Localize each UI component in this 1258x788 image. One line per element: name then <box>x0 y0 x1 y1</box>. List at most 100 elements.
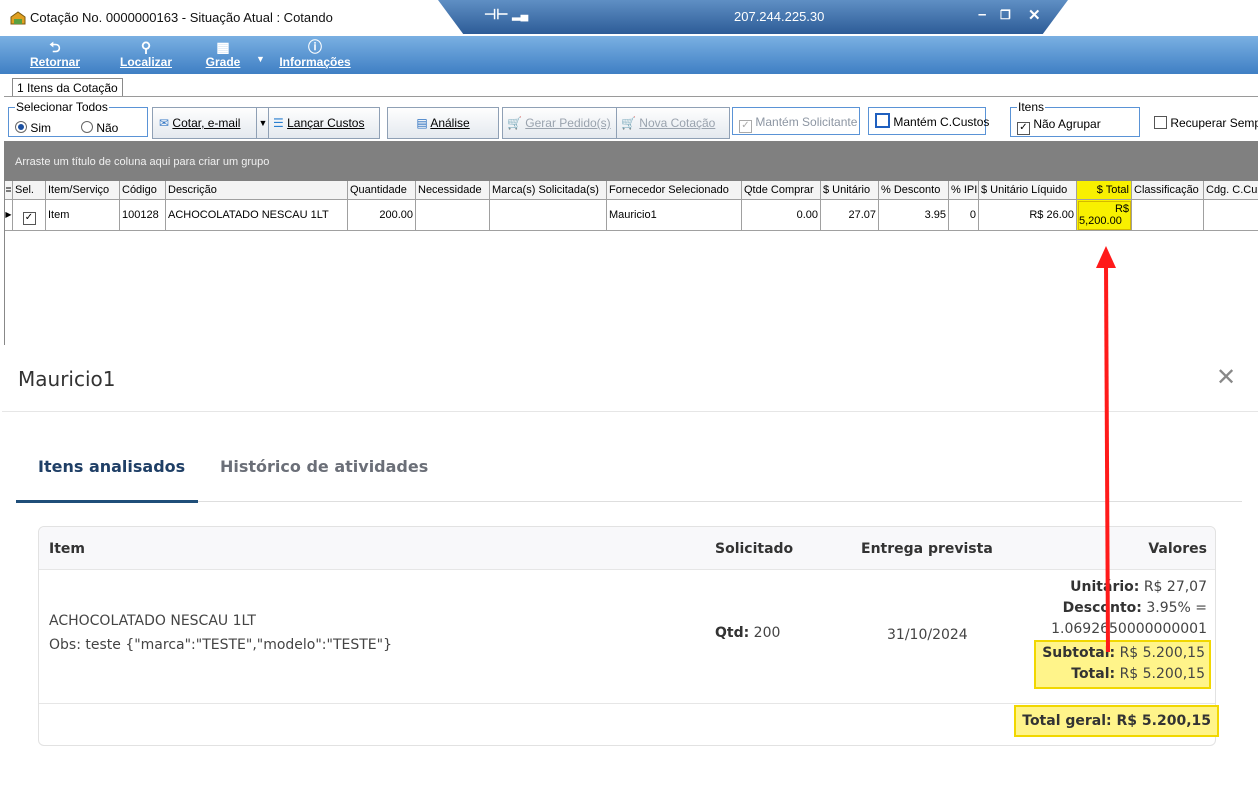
cotar-email-button[interactable]: ✉ Cotar, e-mail <box>152 107 264 139</box>
signal-icon: ▂▄ <box>512 9 529 21</box>
col-unitario[interactable]: $ Unitário <box>821 181 879 200</box>
group-by-area[interactable]: Arraste um título de coluna aqui para cr… <box>4 141 1258 181</box>
col-classificacao[interactable]: Classificação <box>1132 181 1204 200</box>
row-select-checkbox[interactable]: ✓ <box>13 200 46 231</box>
total-geral: Total geral: R$ 5.200,15 <box>1014 705 1219 737</box>
localizar-button[interactable]: ⚲ Localizar <box>115 37 177 73</box>
analise-button[interactable]: ▤ Análise <box>387 107 499 139</box>
item-qtd: Qtd: 200 <box>715 625 781 641</box>
col-qtde-comprar[interactable]: Qtde Comprar <box>742 181 821 200</box>
title-bar: Cotação No. 0000000163 - Situação Atual … <box>0 0 1258 37</box>
table-row[interactable]: ▶ ✓ Item 100128 ACHOCOLATADO NESCAU 1LT … <box>5 200 1258 231</box>
checkbox-unchecked-icon <box>1154 116 1167 129</box>
modal-title: Mauricio1 <box>18 367 116 391</box>
cell-codigo[interactable]: 100128 <box>120 200 166 231</box>
header-valores: Valores <box>1148 541 1207 557</box>
remote-session-bar: ⊣⊢ ▂▄ 207.244.225.30 – ❐ ✕ <box>438 0 1068 34</box>
col-quantidade[interactable]: Quantidade <box>348 181 416 200</box>
header-item: Item <box>49 541 85 557</box>
cell-quantidade[interactable]: 200.00 <box>348 200 416 231</box>
tab-active-indicator <box>16 500 198 503</box>
cell-necessidade[interactable] <box>416 200 490 231</box>
col-fornecedor[interactable]: Fornecedor Selecionado <box>607 181 742 200</box>
items-table-header: Item Solicitado Entrega prevista Valores <box>39 527 1215 570</box>
cell-marcas[interactable] <box>490 200 607 231</box>
close-icon[interactable]: ✕ <box>1028 6 1041 24</box>
checkbox-checked-icon: ✓ <box>1017 122 1030 135</box>
main-toolbar: ⮌ Retornar ⚲ Localizar ▦ Grade ▼ ⓘ Infor… <box>0 36 1258 74</box>
gerar-pedido-button[interactable]: 🛒 Gerar Pedido(s) <box>502 107 618 139</box>
item-values: Unitário: R$ 27,07 Desconto: 3.95% = 1.0… <box>1034 577 1211 689</box>
items-grid: ≣ Sel. Item/Serviço Código Descrição Qua… <box>4 181 1258 345</box>
unitario-line: Unitário: R$ 27,07 <box>1070 579 1207 595</box>
tab-itens-cotacao[interactable]: 1 Itens da Cotação <box>12 78 123 97</box>
tab-underline <box>16 501 1242 502</box>
radio-sim-icon <box>15 121 27 133</box>
radio-nao-icon <box>81 121 93 133</box>
col-cdg-ccustos[interactable]: Cdg. C.Cu <box>1204 181 1258 200</box>
group-by-hint: Arraste um título de coluna aqui para cr… <box>15 156 270 168</box>
col-descricao[interactable]: Descrição <box>166 181 348 200</box>
desconto-line: Desconto: 3.95% = <box>1062 600 1207 616</box>
selecionar-todos-group: Selecionar Todos Sim Não <box>8 100 148 137</box>
checkbox-checked-icon: ✓ <box>739 120 752 133</box>
col-total[interactable]: $ Total <box>1077 181 1132 200</box>
itens-legend: Itens <box>1017 100 1046 114</box>
grade-dropdown-icon[interactable]: ▼ <box>256 54 265 64</box>
pin-icon[interactable]: ⊣⊢ <box>484 6 508 23</box>
supplier-modal: Mauricio1 ✕ Itens analisados Histórico d… <box>2 345 1258 788</box>
header-entrega: Entrega prevista <box>861 541 993 557</box>
cart-icon: 🛒 <box>507 116 522 130</box>
cell-unitario-liquido[interactable]: R$ 26.00 <box>979 200 1077 231</box>
restore-icon[interactable]: ❐ <box>1000 8 1011 22</box>
cell-ipi[interactable]: 0 <box>949 200 979 231</box>
cell-fornecedor[interactable]: Mauricio1 <box>607 200 742 231</box>
cell-unitario[interactable]: 27.07 <box>821 200 879 231</box>
search-icon: ⚲ <box>140 39 152 55</box>
radio-nao[interactable]: Não <box>81 121 118 135</box>
annotation-arrow <box>1096 246 1116 653</box>
col-sel[interactable]: Sel. <box>13 181 46 200</box>
col-marcas[interactable]: Marca(s) Solicitada(s) <box>490 181 607 200</box>
grid-icon: ▦ <box>216 39 230 55</box>
cell-descricao[interactable]: ACHOCOLATADO NESCAU 1LT <box>166 200 348 231</box>
cell-classificacao[interactable] <box>1132 200 1204 231</box>
col-item-servico[interactable]: Item/Serviço <box>46 181 120 200</box>
tab-historico-atividades[interactable]: Histórico de atividades <box>220 457 428 476</box>
cell-item-servico[interactable]: Item <box>46 200 120 231</box>
retornar-button[interactable]: ⮌ Retornar <box>24 37 86 73</box>
desconto-calc: 1.0692650000000001 <box>1051 621 1207 637</box>
tab-panel-border <box>4 96 1258 97</box>
cell-cdg-ccustos[interactable] <box>1204 200 1258 231</box>
tab-itens-analisados[interactable]: Itens analisados <box>38 457 185 476</box>
col-unitario-liquido[interactable]: $ Unitário Líquido <box>979 181 1077 200</box>
col-necessidade[interactable]: Necessidade <box>416 181 490 200</box>
item-entrega: 31/10/2024 <box>887 627 968 643</box>
lancar-custos-button[interactable]: ☰ Lançar Custos <box>268 107 380 139</box>
remote-ip: 207.244.225.30 <box>734 9 825 24</box>
radio-sim[interactable]: Sim <box>15 121 51 135</box>
col-ipi[interactable]: % IPI <box>949 181 979 200</box>
informacoes-button[interactable]: ⓘ Informações <box>272 37 358 73</box>
cell-total[interactable]: R$ 5,200.00 <box>1077 200 1132 231</box>
col-desconto[interactable]: % Desconto <box>879 181 949 200</box>
column-chooser-icon[interactable]: ≣ <box>5 181 13 200</box>
grade-button[interactable]: ▦ Grade <box>200 37 246 73</box>
cell-desconto[interactable]: 3.95 <box>879 200 949 231</box>
mantem-solicitante-checkbox[interactable]: ✓ Mantém Solicitante <box>732 107 860 135</box>
window-title: Cotação No. 0000000163 - Situação Atual … <box>30 10 333 25</box>
minimize-icon[interactable]: – <box>978 6 986 23</box>
mantem-ccustos-checkbox[interactable]: Mantém C.Custos <box>868 107 989 135</box>
header-solicitado: Solicitado <box>715 541 794 557</box>
nao-agrupar-checkbox[interactable]: ✓ Não Agrupar <box>1017 117 1101 135</box>
cart-icon: 🛒 <box>621 116 636 130</box>
cell-qtde-comprar[interactable]: 0.00 <box>742 200 821 231</box>
subtotal-line: Subtotal: R$ 5.200,15 <box>1042 645 1205 661</box>
mail-icon: ✉ <box>159 116 170 130</box>
col-codigo[interactable]: Código <box>120 181 166 200</box>
close-icon[interactable]: ✕ <box>1216 363 1236 391</box>
recuperar-checkbox[interactable]: Recuperar Semp <box>1154 116 1258 130</box>
nova-cotacao-button[interactable]: 🛒 Nova Cotação <box>616 107 730 139</box>
checkbox-unchecked-icon <box>875 113 890 128</box>
items-card: Item Solicitado Entrega prevista Valores… <box>38 526 1219 746</box>
